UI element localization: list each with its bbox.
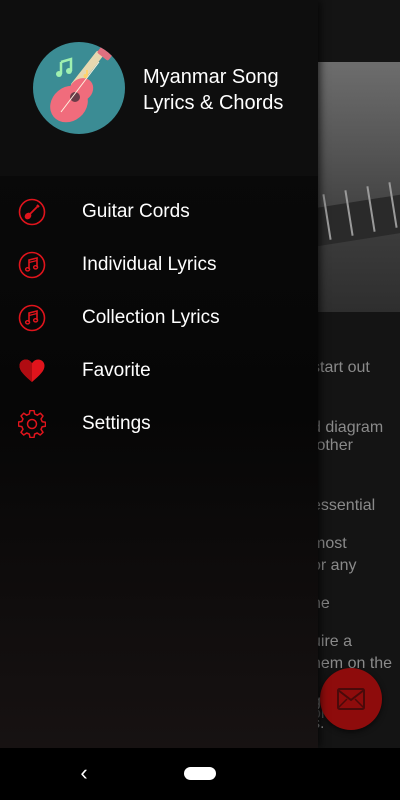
menu-item-guitar-cords[interactable]: Guitar Cords (0, 186, 318, 239)
menu-item-label: Favorite (82, 360, 151, 381)
guitar-icon (18, 198, 46, 226)
menu-item-label: Settings (82, 413, 151, 434)
guitar-photo (318, 62, 400, 312)
app-title: Myanmar Song Lyrics & Chords (143, 66, 284, 114)
home-pill-button[interactable] (184, 767, 216, 780)
menu-item-settings[interactable]: Settings (0, 398, 318, 451)
navigation-drawer: Myanmar Song Lyrics & Chords Guitar Cord… (0, 0, 318, 748)
back-icon[interactable]: ‹ (74, 762, 94, 784)
gear-icon (18, 410, 46, 438)
app-logo (33, 42, 125, 134)
heart-icon (19, 359, 45, 382)
menu-item-label: Collection Lyrics (82, 307, 220, 328)
menu-item-label: Guitar Cords (82, 201, 190, 222)
envelope-icon (337, 688, 365, 710)
music-note-icon (18, 304, 46, 332)
menu-item-collection-lyrics[interactable]: Collection Lyrics (0, 292, 318, 345)
drawer-menu: Guitar Cords Individual Lyrics Collectio… (0, 186, 318, 451)
menu-item-favorite[interactable]: Favorite (0, 345, 318, 398)
guitar-logo-icon (50, 43, 115, 123)
menu-item-label: Individual Lyrics (82, 254, 217, 275)
email-fab-button[interactable] (320, 668, 382, 730)
drawer-header: Myanmar Song Lyrics & Chords (0, 0, 318, 176)
menu-item-individual-lyrics[interactable]: Individual Lyrics (0, 239, 318, 292)
music-note-icon (18, 251, 46, 279)
